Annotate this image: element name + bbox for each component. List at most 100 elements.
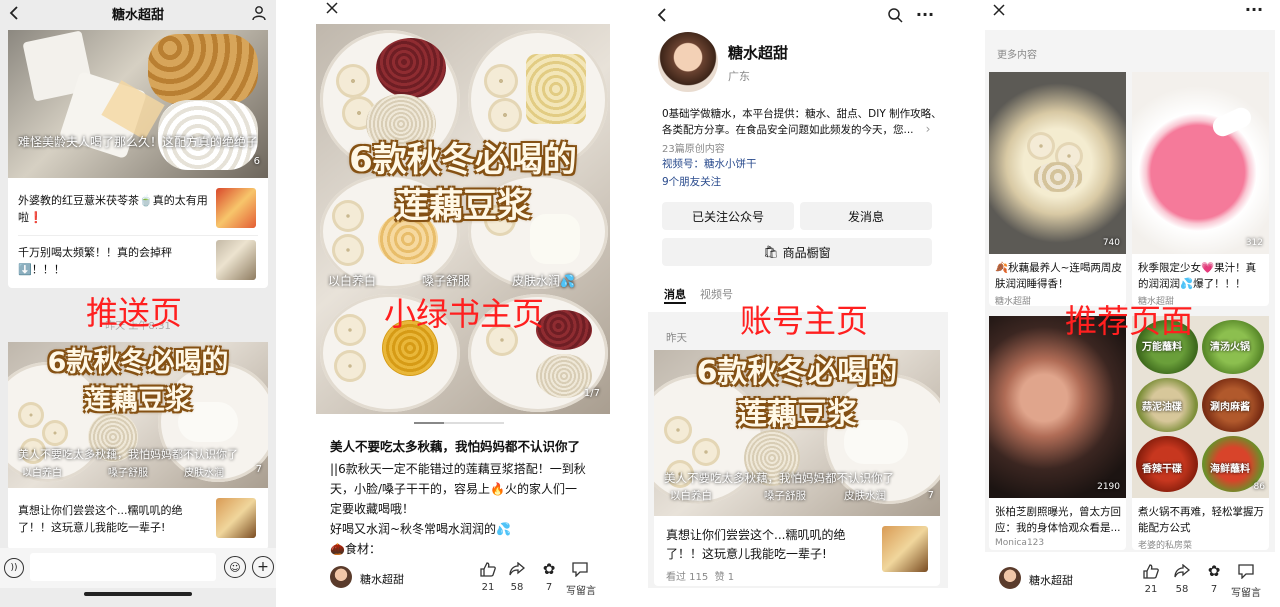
emoji-icon[interactable]: ☺ [224,556,246,578]
account-card-tag-3: 皮肤水润 [844,490,886,502]
profile-icon[interactable] [250,4,268,22]
account-message-card[interactable]: 6款秋冬必喝的 莲藕豆浆 美人不要吃太多秋藕，我怕妈妈都不认识你了 以白养白 嗓… [654,350,940,586]
wow-icon[interactable]: ✿ [539,560,559,578]
shop-window-label: 商品橱窗 [782,245,831,260]
account-card-tag-2: 嗓子舒服 [764,490,806,502]
author-avatar[interactable] [330,566,352,588]
more-icon[interactable]: ··· [1243,2,1265,18]
post-body-1: ||6款秋天一定不能错过的莲藕豆浆搭配！一到秋 [330,462,586,476]
cover-title-line2: 莲藕豆浆 [395,186,531,226]
recommend-card-1-title: 🍂秋藕最养人~连喝两周皮肤润润睡得香！ [995,262,1122,290]
author-avatar[interactable] [999,567,1021,589]
video-channel[interactable]: 视频号：糖水小饼干 [662,156,757,171]
overlay-label-recommend: 推荐页面 [1065,302,1194,340]
more-content-label: 更多内容 [997,50,1037,61]
close-icon[interactable] [991,2,1007,18]
message-input[interactable] [30,553,216,581]
wow-icon[interactable]: ✿ [1204,562,1224,580]
cover-tag-1: 以白养白 [328,274,377,288]
card2-title-line1: 6款秋冬必喝的 [47,347,229,378]
share-icon[interactable] [1172,562,1192,580]
recommend-card-4-author: 老婆的私房菜 [1138,541,1193,551]
sauce-label-3: 蒜泥油碟 [1142,402,1182,413]
followed-button[interactable]: 已关注公众号 [662,202,794,230]
divider [18,235,258,236]
video-channel-name: 糖水小饼干 [704,158,757,170]
account-avatar[interactable] [658,32,718,92]
post-body-3: 定要收藏喝哦！ [330,502,415,516]
recommend-card-1[interactable]: 740 🍂秋藕最养人~连喝两周皮肤润润睡得香！ 糖水超甜 [989,72,1126,307]
comment-icon[interactable] [1236,562,1256,580]
recommend-card-4-image: 万能蘸料 清汤火锅 蒜泥油碟 涮肉麻酱 香辣干碟 海鲜蘸料 86 [1132,316,1269,498]
hero-caption: 难怪美龄夫人喝了那么久！这配方真的绝绝子 [18,135,259,149]
soy-milk-image: 6款秋冬必喝的 莲藕豆浆 美人不要吃太多秋藕，我怕妈妈都不认识你了 以白养白 嗓… [8,342,268,488]
push-page-title: 糖水超甜 [111,8,164,23]
like-count: 21 [481,582,495,593]
like-icon[interactable] [1141,562,1161,580]
post-body-4: 好喝又水润~秋冬常喝水润润的💦 [330,522,511,536]
write-comment-label[interactable]: 写留言 [562,582,600,597]
push-item-2-text[interactable]: 千万别喝太频繁！！真的会掉秤⬇️！！！ [18,244,208,278]
message-date: 昨天 [666,332,687,344]
recommend-card-1-image: 740 [989,72,1126,254]
recommend-card-1-count: 740 [1102,238,1120,248]
cover-image: 6款秋冬必喝的 莲藕豆浆 以白养白 嗓子舒服 皮肤水润💦 1/7 [316,24,610,414]
author-name[interactable]: 糖水超甜 [1029,572,1073,588]
account-location: 广东 [728,70,750,83]
xiaolvshu-panel: 6款秋冬必喝的 莲藕豆浆 以白养白 嗓子舒服 皮肤水润💦 1/7 美人不要吃太多… [306,0,616,607]
recommend-card-4[interactable]: 万能蘸料 清汤火锅 蒜泥油碟 涮肉麻酱 香辣干碟 海鲜蘸料 86 煮火锅不再难，… [1132,316,1269,551]
card2-title-line2: 莲藕豆浆 [84,385,192,416]
card2-caption: 美人不要吃太多秋藕，我怕妈妈都不认识你了 [18,448,238,461]
share-count: 58 [510,582,524,593]
voice-icon[interactable]: )) [4,558,24,578]
search-icon[interactable] [886,6,904,24]
send-message-button[interactable]: 发消息 [800,202,932,230]
account-desc-2: 各类配方分享。在食品安全问题如此频发的今天，您... [662,124,914,136]
recommend-card-3[interactable]: 2190 张柏芝剧照曝光，曾太方回应：我的身体恰观众看是... Monica12… [989,316,1126,550]
back-icon[interactable] [654,6,670,24]
cover-tag-2: 嗓子舒服 [422,274,471,288]
wow-count: 7 [545,582,553,593]
shop-window-button[interactable]: 🛍 商品橱窗 [662,238,932,266]
push-card-1[interactable]: 难怪美龄夫人喝了那么久！这配方真的绝绝子 6 外婆教的红豆薏米茯苓茶🍵真的太有用… [8,30,268,288]
recommend-card-4-title: 煮火锅不再难，轻松掌握万能配方公式 [1138,506,1264,534]
account-card-item-text[interactable]: 真想让你们尝尝这个...糯叽叽的绝了！！这玩意儿我能吃一辈子! [666,526,876,564]
recommend-card-3-title: 张柏芝剧照曝光，曾太方回应：我的身体恰观众看是... [995,506,1121,534]
sauce-label-6: 海鲜蘸料 [1210,464,1250,475]
recommend-card-2-count: 312 [1245,238,1263,248]
recommend-card-3-image: 2190 [989,316,1126,498]
recommend-card-2[interactable]: 312 秋季限定少女💗果汁！真的润润润💦爆了！！！ 糖水超甜 [1132,72,1269,307]
close-icon[interactable] [324,0,340,16]
post-body-2: 天，小脸/嗓子干干的，容易上🔥火的家人们一 [330,482,577,496]
tab-active-indicator [664,302,686,304]
share-icon[interactable] [507,560,527,578]
account-card-count: 7 [927,490,934,501]
push-card-2[interactable]: 6款秋冬必喝的 莲藕豆浆 美人不要吃太多秋藕，我怕妈妈都不认识你了 以白养白 嗓… [8,342,268,550]
recommend-card-3-count: 2190 [1097,482,1120,492]
recommend-card-1-author: 糖水超甜 [995,297,1032,307]
tab-messages[interactable]: 消息 [664,286,686,302]
recommend-card-2-image: 312 [1132,72,1269,254]
chevron-right-icon[interactable]: › [922,122,934,136]
recommend-card-2-title: 秋季限定少女💗果汁！真的润润润💦爆了！！！ [1138,262,1257,290]
more-icon[interactable]: ··· [914,6,936,24]
carousel-dot-active [414,422,444,424]
card2-tag-2: 嗓子舒服 [108,468,148,479]
cover-title-line1: 6款秋冬必喝的 [349,140,577,180]
plus-icon[interactable]: + [252,556,274,578]
account-card-thumb [882,526,928,572]
tab-video[interactable]: 视频号 [700,286,733,302]
cover-tag-3: 皮肤水润💦 [512,274,575,288]
sauce-label-4: 涮肉麻酱 [1210,402,1250,413]
write-comment-label[interactable]: 写留言 [1227,584,1265,599]
comment-icon[interactable] [570,560,590,578]
account-card-caption: 美人不要吃太多秋藕，我怕妈妈都不认识你了 [664,471,894,485]
carousel-track [444,422,504,424]
share-count: 58 [1175,584,1189,595]
card2-tag-3: 皮肤水润 [184,468,224,479]
like-icon[interactable] [478,560,498,578]
push-item-3-text[interactable]: 真想让你们尝尝这个...糯叽叽的绝了！！这玩意儿我能吃一辈子! [18,502,208,536]
friends-follow[interactable]: 9个朋友关注 [662,174,721,189]
push-item-1-text[interactable]: 外婆教的红豆薏米茯苓茶🍵真的太有用啦❗ [18,192,208,226]
author-name[interactable]: 糖水超甜 [360,571,404,587]
